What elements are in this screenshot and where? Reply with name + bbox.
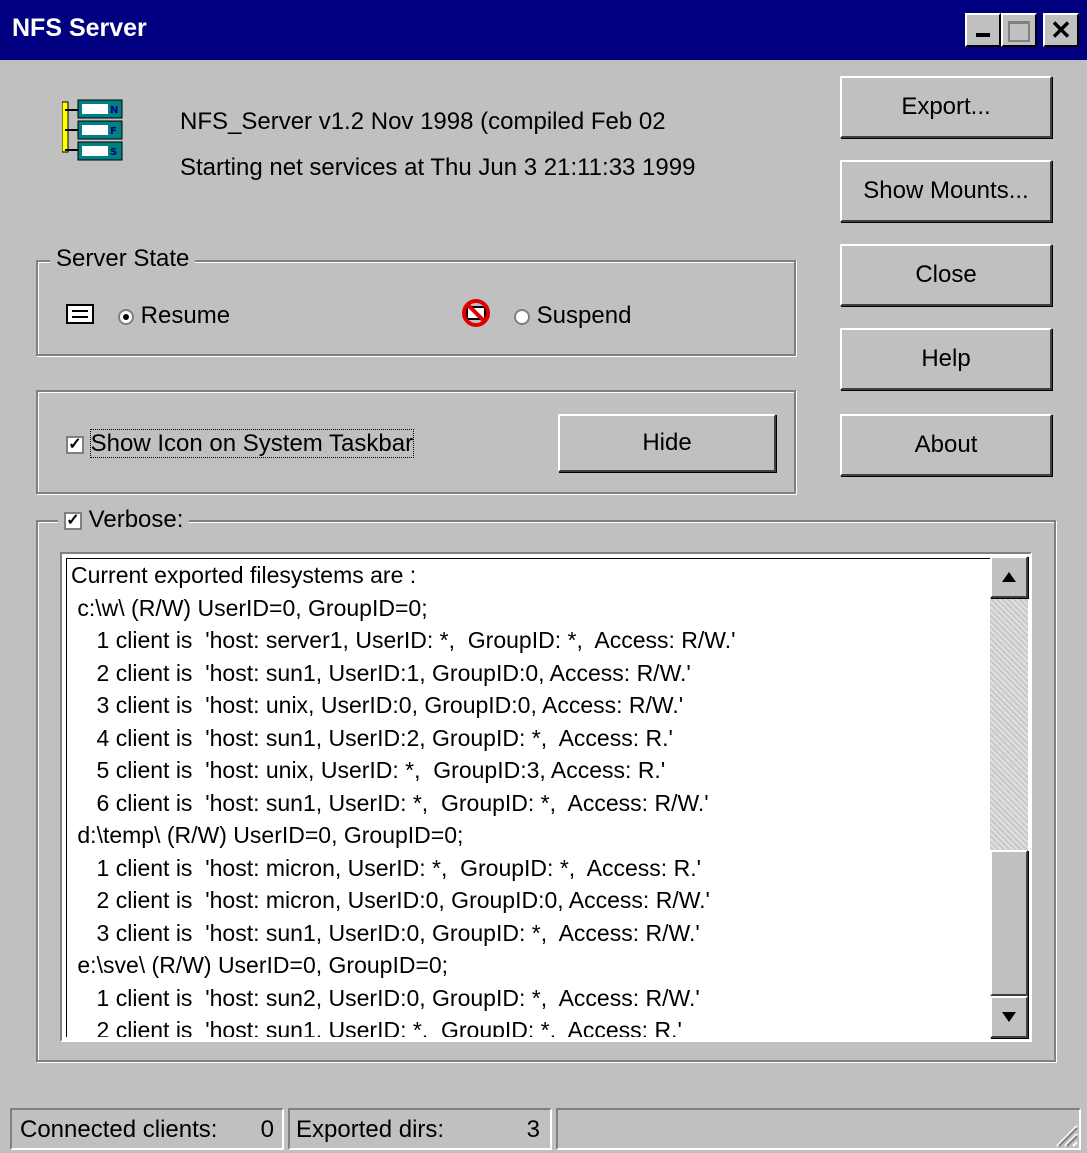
close-window-button[interactable]: ✕ (1043, 13, 1079, 47)
hide-button-label: Hide (642, 429, 692, 456)
scroll-up-button[interactable] (990, 556, 1028, 598)
show-icon-checkbox[interactable]: ✓ Show Icon on System Taskbar (66, 429, 415, 458)
log-line: 1 client is 'host: micron, UserID: *, Gr… (71, 854, 701, 881)
suspend-radio-label: Suspend (536, 302, 632, 329)
show-mounts-button-label: Show Mounts... (863, 177, 1029, 204)
close-icon: ✕ (1050, 15, 1072, 45)
window-title: NFS Server (12, 14, 147, 42)
log-line: 2 client is 'host: sun1, UserID: *, Grou… (71, 1017, 682, 1037)
scroll-thumb[interactable] (990, 850, 1028, 996)
log-line: 2 client is 'host: sun1, UserID:1, Group… (71, 659, 691, 686)
show-icon-checkbox-label: Show Icon on System Taskbar (89, 429, 415, 458)
suspend-radio[interactable]: Suspend (514, 302, 631, 330)
network-card-icon (66, 304, 94, 324)
vertical-scrollbar[interactable] (990, 556, 1028, 1038)
exported-dirs-label: Exported dirs: (296, 1116, 445, 1143)
help-button[interactable]: Help (840, 328, 1052, 390)
status-exported-dirs: Exported dirs: 3 (288, 1108, 552, 1150)
close-button-label: Close (915, 261, 977, 288)
log-line: 5 client is 'host: unix, UserID: *, Grou… (71, 757, 666, 783)
log-line: 1 client is 'host: sun2, UserID:0, Group… (71, 984, 700, 1011)
log-line: d:\temp\ (R/W) UserID=0, GroupID=0; (71, 822, 464, 848)
nfs-server-window: NFS Server ✕ N F S NFS_Server v1.2 Nov 1… (0, 0, 1087, 1153)
log-line: 1 client is 'host: server1, UserID: *, G… (71, 627, 736, 653)
help-button-label: Help (921, 345, 971, 372)
log-text-area[interactable]: Current exported filesystems are : c:\w\… (66, 558, 993, 1037)
export-button[interactable]: Export... (840, 76, 1052, 138)
log-line: 2 client is 'host: micron, UserID:0, Gro… (71, 887, 710, 913)
suspend-radio-button[interactable] (514, 308, 530, 325)
export-button-label: Export... (901, 93, 991, 120)
about-button[interactable]: About (840, 414, 1052, 476)
verbose-checkbox-box[interactable]: ✓ (64, 511, 82, 530)
exported-dirs-value: 3 (526, 1116, 540, 1143)
log-output[interactable]: Current exported filesystems are : c:\w\… (60, 552, 1032, 1042)
log-line: 4 client is 'host: sun1, UserID:2, Group… (71, 724, 673, 751)
minimize-icon (976, 33, 990, 37)
arrow-up-icon (1002, 572, 1016, 582)
about-button-label: About (914, 431, 978, 458)
log-line: c:\w\ (R/W) UserID=0, GroupID=0; (71, 594, 428, 621)
arrow-down-icon (1002, 1012, 1016, 1022)
verbose-checkbox[interactable]: ✓ Verbose: (58, 506, 190, 534)
verbose-checkbox-label: Verbose: (88, 506, 184, 533)
resume-radio[interactable]: Resume (118, 302, 230, 330)
show-mounts-button[interactable]: Show Mounts... (840, 160, 1052, 222)
log-line: 3 client is 'host: sun1, UserID:0, Group… (71, 919, 700, 946)
resize-grip-icon (1056, 1125, 1078, 1147)
log-line: 3 client is 'host: unix, UserID:0, Group… (71, 692, 684, 718)
resume-radio-button[interactable] (118, 308, 134, 325)
connected-clients-label: Connected clients: (20, 1116, 218, 1143)
suspend-no-entry-icon (462, 299, 490, 327)
title-bar[interactable]: NFS Server ✕ (0, 0, 1087, 60)
nfs-server-icon: N F S (62, 99, 123, 161)
version-text: NFS_Server v1.2 Nov 1998 (compiled Feb 0… (180, 108, 666, 135)
log-line: 6 client is 'host: sun1, UserID: *, Grou… (71, 789, 709, 816)
connected-clients-value: 0 (260, 1116, 274, 1143)
minimize-button[interactable] (965, 13, 1001, 47)
status-connected-clients: Connected clients: 0 (10, 1108, 284, 1150)
server-state-legend: Server State (50, 245, 196, 273)
svg-text:F: F (110, 126, 117, 137)
show-icon-checkbox-box[interactable]: ✓ (66, 435, 84, 454)
log-line: e:\sve\ (R/W) UserID=0, GroupID=0; (71, 952, 449, 978)
svg-text:S: S (110, 147, 117, 158)
start-time-text: Starting net services at Thu Jun 3 21:11… (180, 154, 696, 181)
svg-text:N: N (110, 105, 118, 116)
resume-radio-label: Resume (140, 302, 231, 329)
maximize-icon (1008, 21, 1030, 42)
close-button[interactable]: Close (840, 244, 1052, 306)
log-line: Current exported filesystems are : (71, 562, 417, 588)
hide-button[interactable]: Hide (558, 414, 776, 472)
maximize-button[interactable] (1001, 13, 1037, 47)
scroll-down-button[interactable] (990, 996, 1028, 1038)
status-empty-pane (556, 1108, 1081, 1150)
